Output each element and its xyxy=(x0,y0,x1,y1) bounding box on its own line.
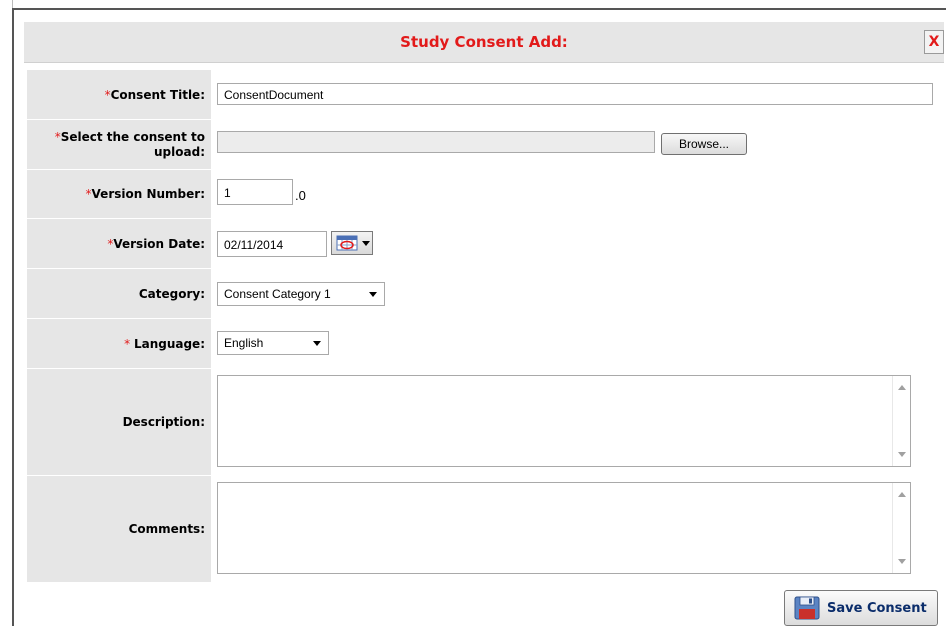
close-button[interactable]: X xyxy=(924,30,944,54)
dialog-title: Study Consent Add: xyxy=(400,33,568,51)
calendar-icon xyxy=(336,235,370,251)
row-upload: *Select the consent to upload: Browse... xyxy=(27,120,946,170)
category-selected-text: Consent Category 1 xyxy=(224,287,331,301)
save-consent-label: Save Consent xyxy=(827,600,927,616)
calendar-picker-button[interactable] xyxy=(331,231,373,255)
scroll-up-icon[interactable] xyxy=(898,385,906,390)
scroll-down-icon[interactable] xyxy=(898,452,906,457)
row-description: Description: xyxy=(27,369,946,476)
description-scrollbar[interactable] xyxy=(892,376,910,466)
save-consent-button[interactable]: Save Consent xyxy=(784,590,938,626)
comments-label: Comments: xyxy=(27,476,211,582)
description-label: Description: xyxy=(27,369,211,475)
browse-button[interactable]: Browse... xyxy=(661,133,747,155)
category-label: Category: xyxy=(27,269,211,318)
upload-label-text: Select the consent to upload: xyxy=(60,129,205,159)
required-marker: * xyxy=(124,336,134,351)
chevron-down-icon xyxy=(369,292,377,297)
row-consent-title: * Consent Title: ConsentDocument xyxy=(27,70,946,120)
version-number-suffix: .0 xyxy=(295,188,306,203)
language-selected-text: English xyxy=(224,336,264,350)
floppy-disk-icon xyxy=(794,596,820,620)
row-category: Category: Consent Category 1 xyxy=(27,269,946,319)
study-consent-dialog: Study Consent Add: X * Consent Title: Con… xyxy=(12,8,946,626)
language-label: * Language: xyxy=(27,319,211,368)
row-version-date: * Version Date: 02/11/2014 xyxy=(27,219,946,269)
consent-form: * Consent Title: ConsentDocument *Select … xyxy=(27,70,946,583)
upload-label: *Select the consent to upload: xyxy=(27,120,211,169)
language-select[interactable]: English xyxy=(217,331,329,355)
row-comments: Comments: xyxy=(27,476,946,583)
version-date-label: * Version Date: xyxy=(27,219,211,268)
version-number-label: * Version Number: xyxy=(27,170,211,218)
file-path-field[interactable] xyxy=(217,131,655,153)
version-number-label-text: Version Number: xyxy=(91,187,205,201)
chevron-down-icon xyxy=(313,341,321,346)
scroll-up-icon[interactable] xyxy=(898,492,906,497)
comments-scrollbar[interactable] xyxy=(892,483,910,573)
version-date-input[interactable]: 02/11/2014 xyxy=(217,231,327,257)
consent-title-label-text: Consent Title: xyxy=(110,87,205,102)
comments-textarea[interactable] xyxy=(217,482,911,574)
row-language: * Language: English xyxy=(27,319,946,369)
scroll-down-icon[interactable] xyxy=(898,559,906,564)
upload-label-wrap: *Select the consent to upload: xyxy=(27,130,205,160)
language-label-text: Language: xyxy=(133,336,205,351)
description-textarea[interactable] xyxy=(217,375,911,467)
comments-label-text: Comments: xyxy=(128,522,205,536)
category-label-text: Category: xyxy=(138,286,205,301)
version-number-input[interactable]: 1 xyxy=(217,179,293,205)
consent-title-label: * Consent Title: xyxy=(27,70,211,119)
category-select[interactable]: Consent Category 1 xyxy=(217,282,385,306)
dialog-titlebar: Study Consent Add: X xyxy=(24,22,944,63)
description-label-text: Description: xyxy=(122,415,205,429)
consent-title-input[interactable]: ConsentDocument xyxy=(217,83,933,105)
version-date-label-text: Version Date: xyxy=(113,236,205,251)
row-version-number: * Version Number: 1 .0 xyxy=(27,170,946,219)
